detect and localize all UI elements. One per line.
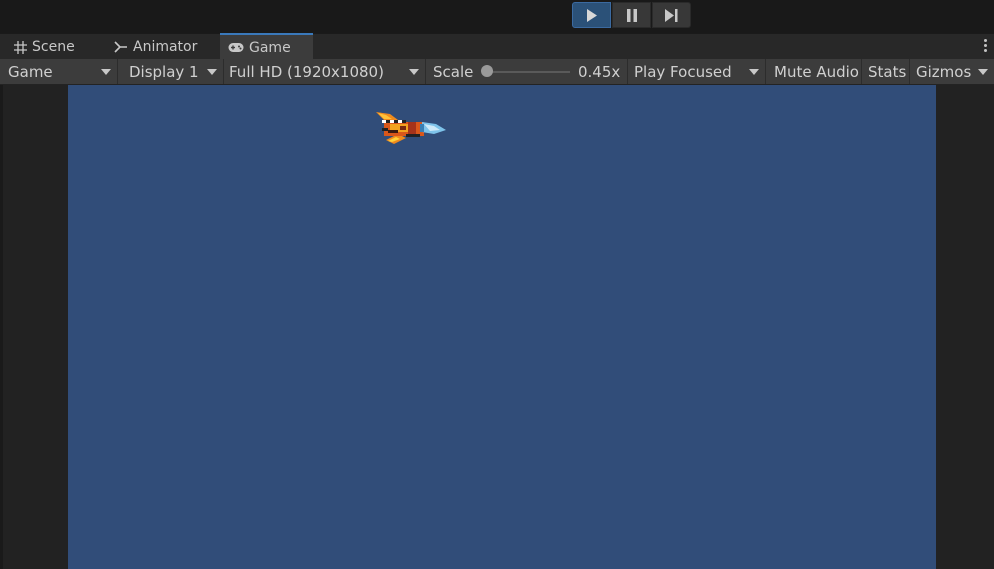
- gamepad-icon: [228, 43, 244, 52]
- step-button[interactable]: [652, 2, 691, 28]
- scale-slider-handle[interactable]: [481, 65, 493, 77]
- scale-value: 0.45x: [578, 62, 621, 81]
- step-icon: [665, 8, 678, 22]
- view-select-value: Game: [8, 62, 53, 81]
- play-controls: [572, 2, 691, 28]
- play-mode-select[interactable]: Play Focused: [628, 59, 766, 84]
- game-canvas[interactable]: [68, 85, 936, 569]
- pause-button[interactable]: [612, 2, 651, 28]
- mute-audio-toggle[interactable]: Mute Audio: [766, 59, 862, 84]
- pause-icon: [626, 8, 637, 22]
- tab-scene[interactable]: Scene: [14, 34, 75, 60]
- window-tab-strip: Scene Animator Game: [0, 33, 994, 60]
- view-select[interactable]: Game: [0, 59, 118, 84]
- display-select[interactable]: Display 1: [118, 59, 224, 84]
- game-view-toolbar: Game Display 1 Full HD (1920x1080) Scale…: [0, 59, 994, 85]
- more-options-icon[interactable]: [984, 39, 988, 52]
- mute-audio-label: Mute Audio: [774, 62, 859, 81]
- scale-slider-track[interactable]: [487, 71, 570, 73]
- tab-scene-label: Scene: [32, 39, 75, 55]
- gizmos-toggle[interactable]: Gizmos: [910, 59, 976, 84]
- play-icon: [586, 8, 597, 22]
- animator-icon: [114, 41, 127, 53]
- tab-game-label: Game: [249, 39, 291, 56]
- panel-divider: [0, 85, 3, 569]
- stats-label: Stats: [868, 62, 907, 81]
- stats-toggle[interactable]: Stats: [862, 59, 910, 84]
- grid-icon: [14, 40, 27, 54]
- player-ship-sprite: [376, 112, 446, 144]
- gizmos-label: Gizmos: [916, 62, 972, 81]
- play-mode-select-value: Play Focused: [634, 62, 732, 81]
- resolution-select[interactable]: Full HD (1920x1080): [224, 59, 426, 84]
- tab-animator-label: Animator: [133, 39, 198, 55]
- tab-game[interactable]: Game: [220, 33, 313, 60]
- play-toolbar: [0, 0, 994, 32]
- scale-label: Scale: [433, 62, 474, 81]
- tab-animator[interactable]: Animator: [114, 34, 197, 60]
- resolution-select-value: Full HD (1920x1080): [229, 62, 384, 81]
- play-button[interactable]: [572, 2, 611, 28]
- gizmos-dropdown[interactable]: [976, 59, 994, 84]
- display-select-value: Display 1: [129, 62, 199, 81]
